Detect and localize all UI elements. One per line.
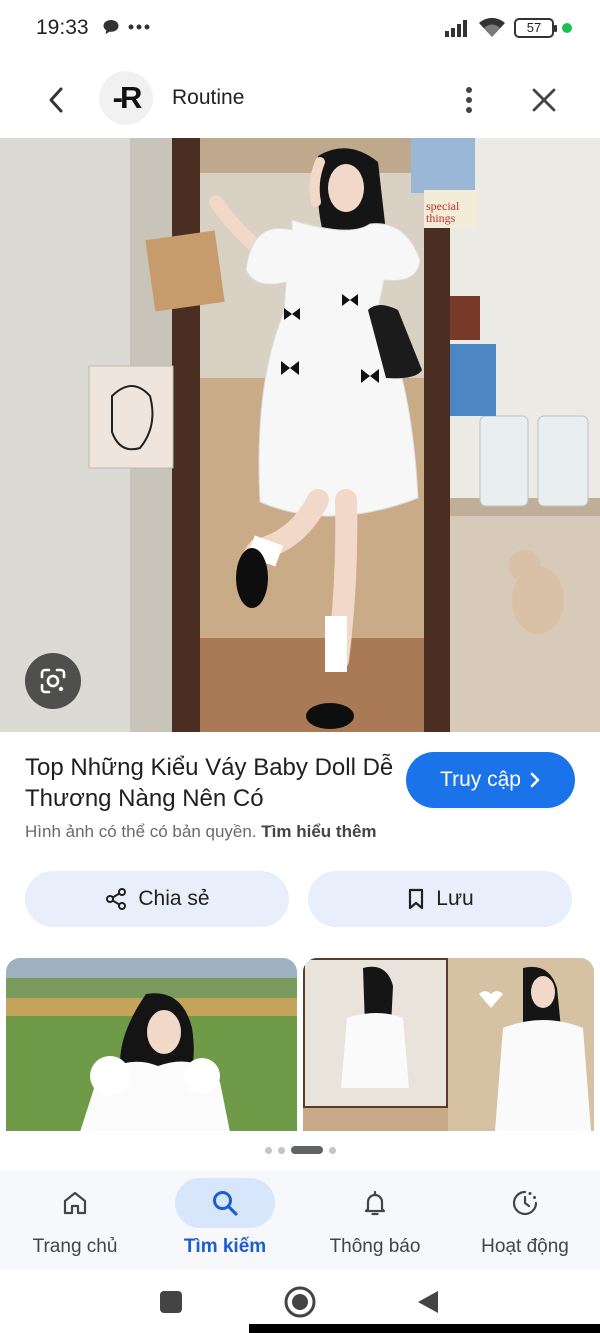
site-title[interactable]: Routine xyxy=(172,86,244,110)
more-options-button[interactable] xyxy=(452,80,486,120)
battery-icon: 57 xyxy=(514,18,557,38)
close-icon xyxy=(532,88,556,112)
pager-dot-active xyxy=(290,1146,323,1154)
status-time: 19:33 xyxy=(36,16,89,39)
status-bar: 19:33 57 xyxy=(0,0,600,60)
pager-dot xyxy=(328,1146,336,1154)
copyright-text: Hình ảnh có thể có bản quyền. xyxy=(25,822,257,841)
share-button[interactable]: Chia sẻ xyxy=(25,871,289,927)
nav-label-notifications: Thông báo xyxy=(329,1236,421,1257)
more-dots-icon xyxy=(128,24,150,30)
recent-apps-button[interactable] xyxy=(151,1282,191,1322)
chat-bubble-icon xyxy=(103,20,119,34)
main-image-illustration: special things xyxy=(0,138,600,732)
visit-button-label: Truy cập xyxy=(440,768,521,791)
wifi-icon xyxy=(479,17,505,37)
learn-more-link[interactable]: Tìm hiểu thêm xyxy=(261,822,376,841)
copyright-notice: Hình ảnh có thể có bản quyền. Tìm hiểu t… xyxy=(25,822,377,842)
home-button[interactable] xyxy=(280,1282,320,1322)
close-button[interactable] xyxy=(524,80,564,120)
activity-icon xyxy=(512,1190,538,1216)
pager-dot xyxy=(264,1146,272,1154)
nav-label-activity: Hoạt động xyxy=(481,1236,569,1257)
bottom-navigation: Trang chủ Tìm kiếm Thông báo Hoạt động xyxy=(0,1170,600,1270)
system-back-button[interactable] xyxy=(408,1282,448,1322)
chevron-right-icon xyxy=(530,772,540,788)
carousel-pager xyxy=(0,1146,600,1154)
lens-search-button[interactable] xyxy=(25,653,81,709)
visit-button[interactable]: Truy cập xyxy=(406,752,575,808)
share-label: Chia sẻ xyxy=(138,887,210,910)
related-image-2-illustration xyxy=(303,958,594,1131)
nav-item-home[interactable]: Trang chủ xyxy=(0,1170,150,1270)
nav-item-activity[interactable]: Hoạt động xyxy=(450,1170,600,1270)
site-logo[interactable]: -R xyxy=(99,71,153,125)
related-image-2[interactable] xyxy=(303,958,594,1131)
square-icon xyxy=(160,1291,182,1313)
nav-label-home: Trang chủ xyxy=(32,1236,118,1257)
main-image[interactable]: special things xyxy=(0,138,600,732)
bell-icon xyxy=(364,1190,386,1216)
gesture-bar xyxy=(249,1324,600,1333)
vertical-dots-icon xyxy=(466,87,472,113)
bookmark-icon xyxy=(409,888,424,910)
save-button[interactable]: Lưu xyxy=(308,871,572,927)
nav-item-notifications[interactable]: Thông báo xyxy=(300,1170,450,1270)
back-button[interactable] xyxy=(36,80,76,120)
svg-text:things: things xyxy=(426,211,456,225)
related-image-1-illustration xyxy=(6,958,297,1131)
app-bar: -R Routine xyxy=(0,62,600,134)
circle-icon xyxy=(284,1286,316,1318)
home-icon xyxy=(63,1191,87,1215)
save-label: Lưu xyxy=(436,887,474,910)
privacy-indicator-dot xyxy=(562,23,572,33)
search-icon xyxy=(213,1191,238,1216)
share-icon xyxy=(106,888,127,910)
nav-item-search[interactable]: Tìm kiếm xyxy=(150,1170,300,1270)
chevron-left-icon xyxy=(49,87,63,113)
related-image-1[interactable] xyxy=(6,958,297,1131)
result-title[interactable]: Top Những Kiểu Váy Baby Doll Dễ Thương N… xyxy=(25,752,395,814)
pager-dot xyxy=(277,1146,285,1154)
triangle-back-icon xyxy=(418,1291,438,1313)
signal-icon xyxy=(445,20,467,37)
nav-label-search: Tìm kiếm xyxy=(183,1236,267,1257)
lens-camera-icon xyxy=(40,668,66,694)
